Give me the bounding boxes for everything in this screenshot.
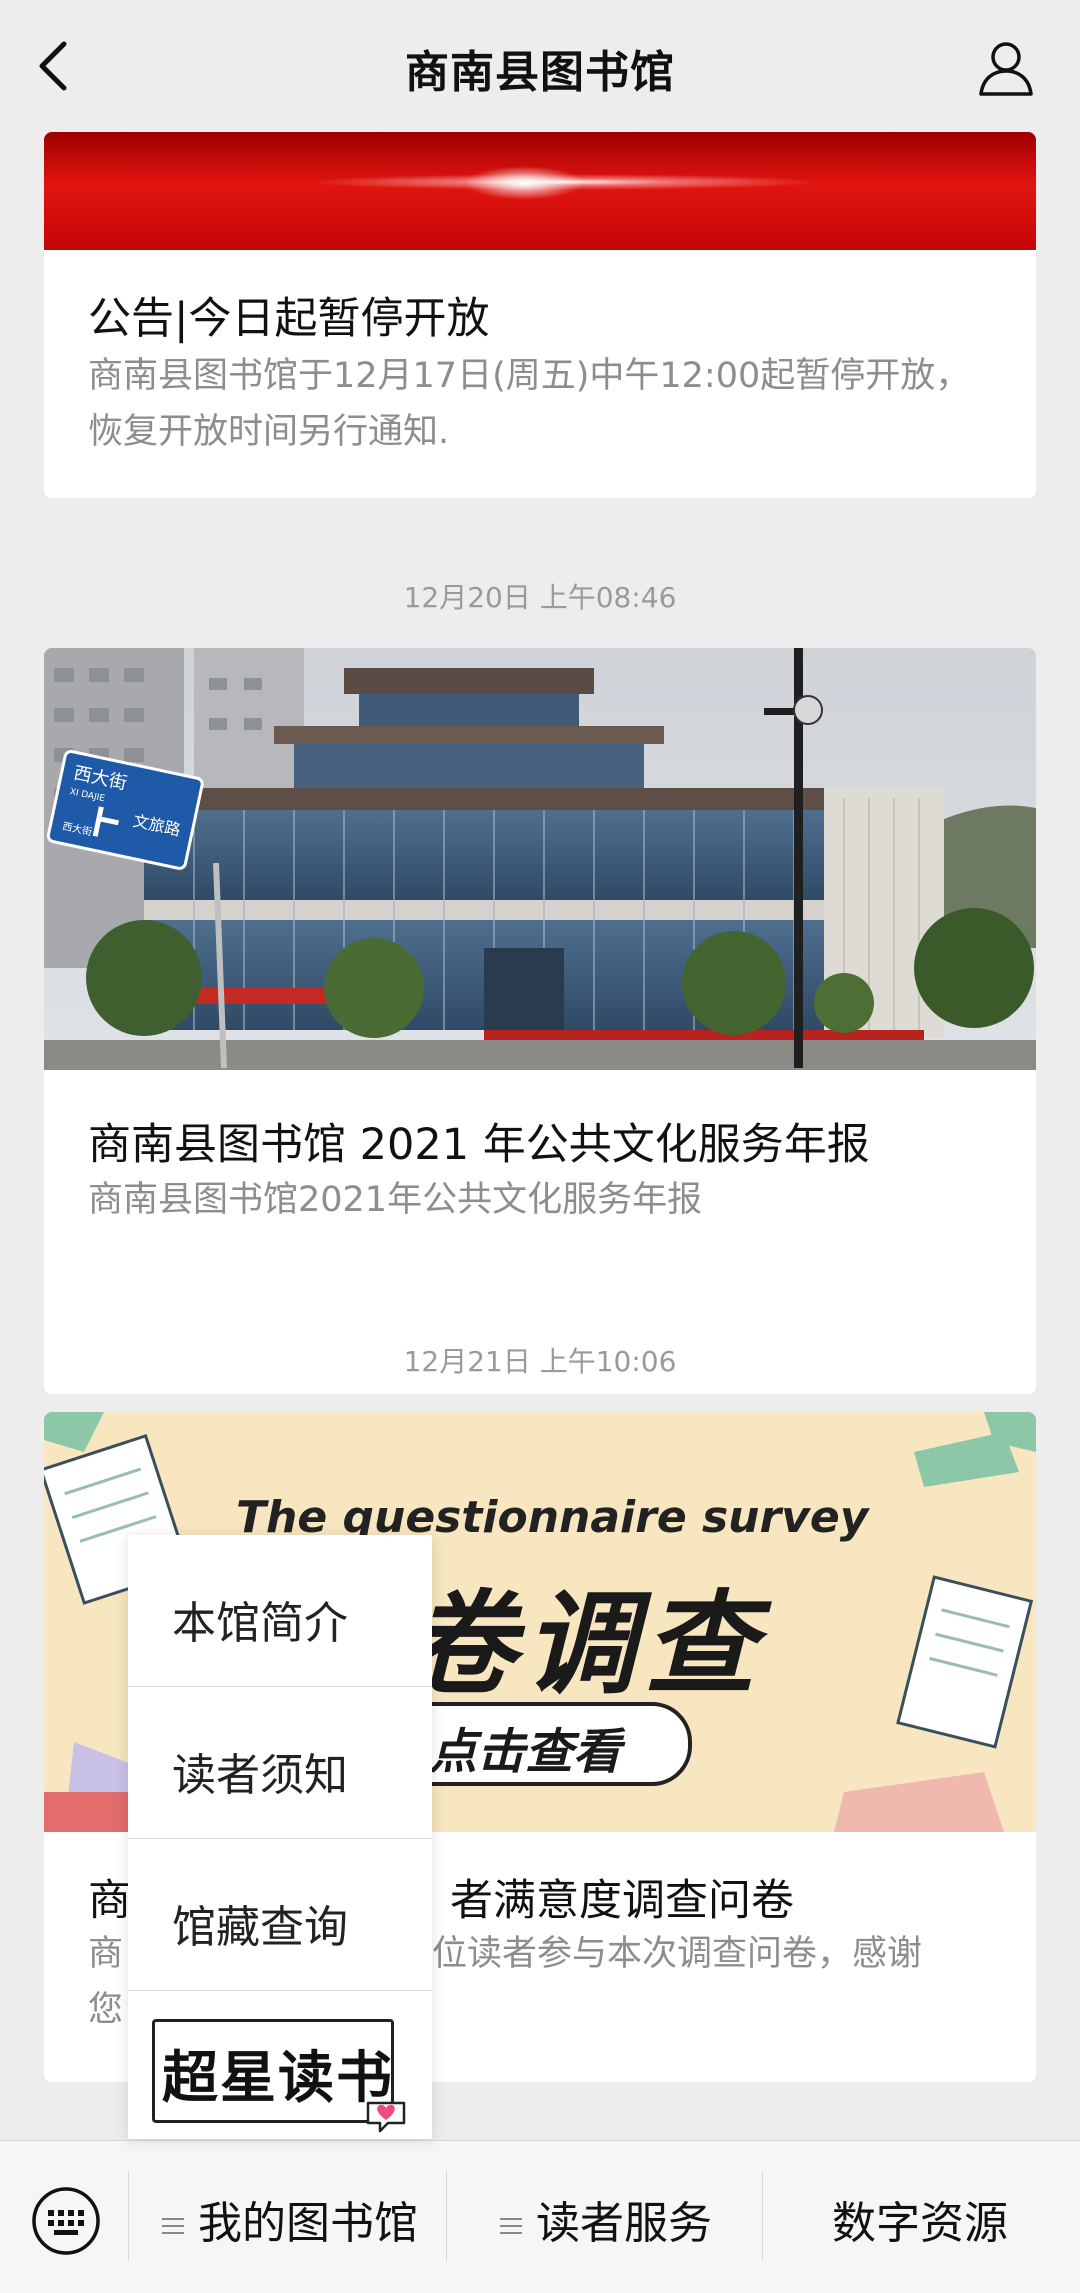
- keyboard-icon[interactable]: [30, 2185, 102, 2257]
- survey-view-button-label: 点击查看: [429, 1724, 622, 1780]
- article-card-annual-report[interactable]: 西大街 XI DAJIE 文旅路 西大街 商南县图书馆 2021 年公共文化服务…: [44, 648, 1036, 1394]
- menu-reader-services[interactable]: 读者服务: [500, 2187, 712, 2251]
- article-title-start: 商: [88, 1876, 131, 1926]
- popup-menu-item-reader-notice[interactable]: 读者须知: [128, 1687, 432, 1839]
- article-title-rest: 者满意度调查问卷: [450, 1876, 794, 1926]
- menu-list-icon: [500, 2213, 522, 2239]
- menu-label: 读者服务: [536, 2198, 712, 2249]
- article-description-rest: 位读者参与本次调查问卷，感谢: [432, 1934, 923, 1974]
- article-card-announcement[interactable]: 公告|今日起暂停开放 商南县图书馆于12月17日(周五)中午12:00起暂停开放…: [44, 132, 1036, 498]
- article-description: 商南县图书馆2021年公共文化服务年报: [88, 1180, 703, 1220]
- article-description: 商南县图书馆于12月17日(周五)中午12:00起暂停开放，恢复开放时间另行通知…: [88, 356, 971, 452]
- survey-banner-chinese: 卷调查: [404, 1580, 764, 1710]
- divider: [762, 2171, 763, 2261]
- divider: [128, 2171, 129, 2261]
- top-navigation-bar: 商南县图书馆: [0, 0, 1080, 132]
- divider: [446, 2171, 447, 2261]
- page-title: 商南县图书馆: [405, 47, 675, 98]
- heart-icon: [366, 2101, 406, 2133]
- user-profile-icon[interactable]: [976, 38, 1036, 98]
- article-title: 公告|今日起暂停开放: [88, 294, 490, 344]
- popup-menu-item-label: 本馆简介: [172, 1598, 348, 1649]
- popup-menu-item-intro[interactable]: 本馆简介: [128, 1535, 432, 1687]
- menu-label: 我的图书馆: [198, 2198, 418, 2249]
- popup-menu-item-label: 读者须知: [172, 1750, 348, 1801]
- message-timestamp: 12月20日 上午08:46: [403, 581, 677, 614]
- menu-label: 数字资源: [832, 2198, 1008, 2249]
- article-cover-library-building: 西大街 XI DAJIE 文旅路 西大街: [44, 648, 1036, 1070]
- chaoxing-logo-text: 超星读书: [162, 2046, 394, 2111]
- popup-menu-item-catalog-search[interactable]: 馆藏查询: [128, 1839, 432, 1991]
- message-timestamp: 12月21日 上午10:06: [403, 1345, 677, 1378]
- popup-menu-item-chaoxing-reading[interactable]: 超星读书: [128, 1991, 432, 2142]
- article-cover-red-banner: [44, 132, 1036, 250]
- popup-menu-item-label: 馆藏查询: [172, 1902, 348, 1953]
- popup-menu: 本馆简介 读者须知 馆藏查询 超星读书: [128, 1535, 432, 2139]
- bottom-menu-bar: 我的图书馆 读者服务 数字资源: [0, 2140, 1080, 2293]
- article-title: 商南县图书馆 2021 年公共文化服务年报: [88, 1120, 870, 1170]
- menu-list-icon: [162, 2213, 184, 2239]
- chaoxing-reading-logo: 超星读书: [142, 2011, 406, 2133]
- menu-digital-resources[interactable]: 数字资源: [832, 2187, 1008, 2251]
- menu-my-library[interactable]: 我的图书馆: [162, 2187, 418, 2251]
